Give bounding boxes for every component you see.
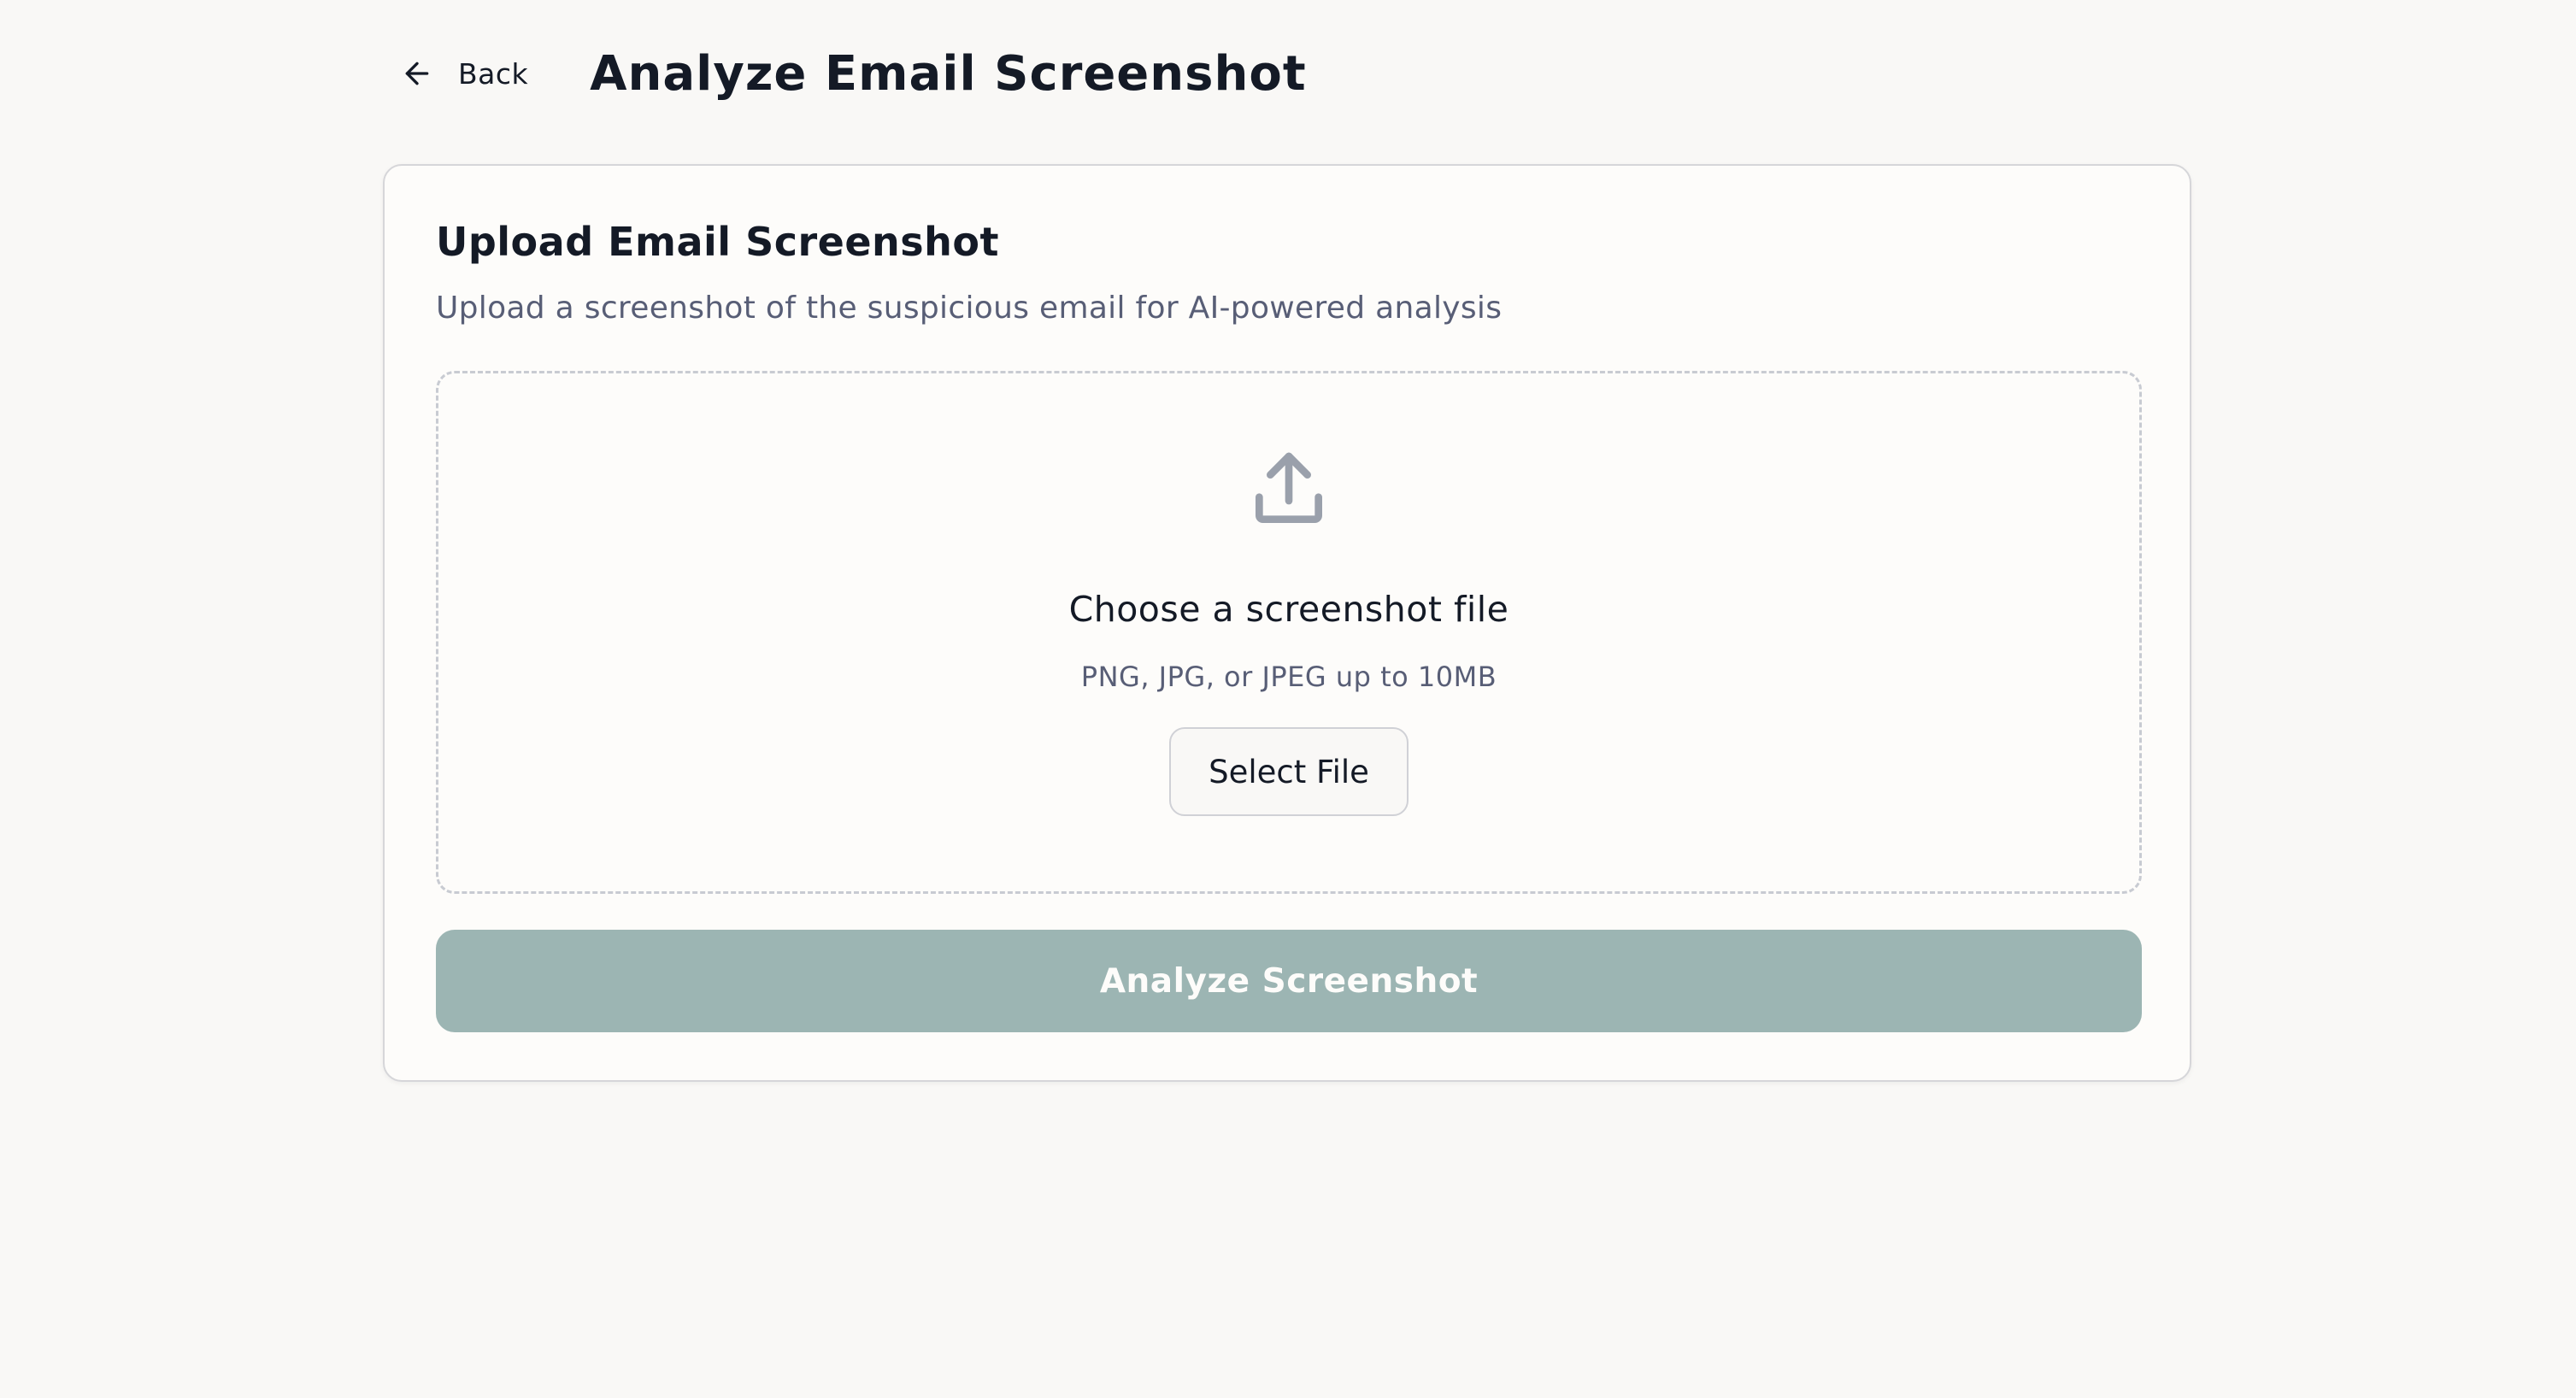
dropzone-heading: Choose a screenshot file — [1068, 589, 1509, 630]
page-title: Analyze Email Screenshot — [590, 45, 1307, 102]
file-type-hint: PNG, JPG, or JPEG up to 10MB — [1080, 661, 1497, 693]
back-label: Back — [458, 56, 529, 91]
file-dropzone[interactable]: Choose a screenshot file PNG, JPG, or JP… — [436, 371, 2142, 894]
arrow-left-icon — [400, 56, 434, 91]
analyze-screenshot-button[interactable]: Analyze Screenshot — [436, 930, 2142, 1032]
select-file-button[interactable]: Select File — [1169, 727, 1409, 816]
upload-icon — [1244, 445, 1333, 534]
page-header: Back Analyze Email Screenshot — [383, 39, 1307, 108]
card-subtitle: Upload a screenshot of the suspicious em… — [436, 291, 1503, 326]
card-title: Upload Email Screenshot — [436, 219, 1000, 265]
upload-card: Upload Email Screenshot Upload a screens… — [383, 164, 2191, 1082]
back-button[interactable]: Back — [383, 39, 545, 108]
